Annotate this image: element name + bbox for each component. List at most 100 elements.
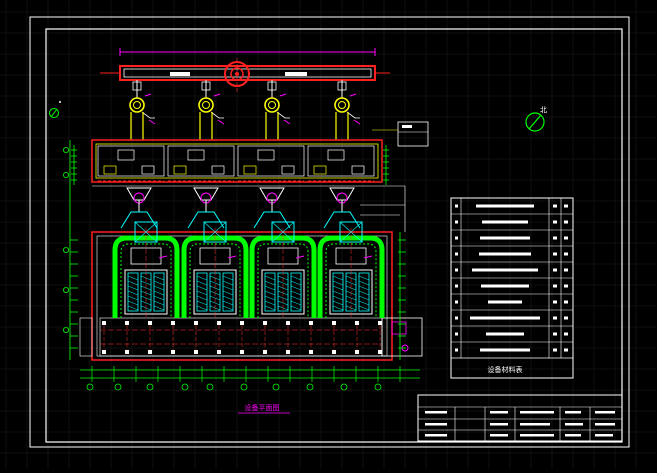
table-qty-mark	[553, 300, 557, 304]
rack-hatch	[290, 305, 302, 311]
kiln-unit	[112, 221, 180, 318]
rack-hatch	[153, 300, 165, 306]
rack-hatch	[358, 300, 370, 306]
table-unit-mark	[564, 332, 568, 336]
rack-stack	[264, 272, 276, 312]
column	[125, 350, 129, 354]
chute	[103, 165, 117, 175]
rack-hatch	[264, 305, 276, 311]
column	[194, 321, 198, 325]
cad-drawing: 北 设备平面图 设备材料表	[0, 0, 657, 469]
column	[286, 350, 290, 354]
rack-hatch	[127, 305, 139, 311]
rack-stack	[127, 272, 139, 312]
cad-drawing-canvas[interactable]: 北 设备平面图 设备材料表	[0, 0, 657, 469]
leader-line	[217, 119, 225, 125]
title-text-mark	[565, 411, 581, 414]
table-text-mark	[479, 252, 531, 256]
title-text-mark	[520, 423, 550, 426]
column	[378, 350, 382, 354]
rack-hatch	[222, 275, 234, 281]
column	[263, 321, 267, 325]
rack-hatch	[196, 290, 208, 296]
column	[332, 321, 336, 325]
table-qty-mark	[553, 348, 557, 352]
table-qty-mark	[553, 284, 557, 288]
table-text-mark	[486, 332, 524, 336]
rack-hatch	[264, 295, 276, 301]
rack-hatch	[127, 285, 139, 291]
hopper	[193, 187, 219, 201]
cyclone-separators	[129, 80, 361, 140]
table-text-mark	[480, 348, 530, 352]
title-text-mark	[490, 423, 508, 426]
rack-hatch	[264, 300, 276, 306]
table-index-mark	[455, 268, 458, 272]
chute	[141, 165, 155, 175]
table-text-mark	[482, 220, 528, 224]
rack-hatch	[358, 295, 370, 301]
column	[194, 350, 198, 354]
rack-hatch	[153, 305, 165, 311]
kiln-unit	[317, 221, 385, 318]
column	[102, 350, 106, 354]
title-text-mark	[425, 411, 447, 414]
rack-hatch	[332, 290, 344, 296]
rack-stack	[153, 272, 165, 312]
chute	[173, 165, 187, 175]
axis-marker	[272, 383, 280, 391]
rack-hatch	[196, 275, 208, 281]
hopper	[126, 187, 152, 201]
chute	[351, 165, 365, 175]
rack-hatch	[222, 290, 234, 296]
table-index-mark	[455, 284, 458, 288]
rack-stack	[358, 272, 370, 312]
conveyor-building	[73, 139, 387, 187]
column	[309, 321, 313, 325]
leader-line	[353, 119, 361, 125]
plan-title-block: 设备平面图	[238, 403, 290, 414]
rack-hatch	[358, 275, 370, 281]
rack-hatch	[222, 300, 234, 306]
rack-hatch	[127, 280, 139, 286]
rack-hatch	[196, 300, 208, 306]
table-unit-mark	[564, 236, 568, 240]
title-text-mark	[490, 434, 508, 437]
compass-icon: 北	[525, 106, 547, 132]
rack-stack	[290, 272, 302, 312]
drive-box	[257, 149, 275, 161]
rack-hatch	[196, 280, 208, 286]
leader-line	[227, 255, 237, 259]
table-text-mark	[470, 316, 540, 320]
table-index-mark	[455, 316, 458, 320]
table-index-mark	[455, 332, 458, 336]
viewport-grid	[0, 0, 657, 469]
rack-hatch	[127, 300, 139, 306]
chute	[281, 165, 295, 175]
table-unit-mark	[564, 268, 568, 272]
rack-hatch	[196, 295, 208, 301]
column	[286, 321, 290, 325]
table-text-mark	[472, 268, 538, 272]
table-unit-mark	[564, 300, 568, 304]
drive-box	[117, 149, 135, 161]
axis-marker	[63, 286, 70, 293]
table-qty-mark	[553, 332, 557, 336]
annotations	[360, 121, 429, 232]
title-block-text-marks	[425, 411, 615, 437]
rack-hatch	[153, 275, 165, 281]
rack-stack	[196, 272, 208, 312]
table-text-mark	[481, 284, 529, 288]
leader-line	[283, 119, 291, 125]
column	[309, 350, 313, 354]
axis-marker	[181, 383, 189, 391]
column	[217, 321, 221, 325]
title-text-mark	[595, 411, 615, 414]
table-unit-mark	[564, 252, 568, 256]
rack-hatch	[332, 275, 344, 281]
rack-hatch	[358, 290, 370, 296]
materials-table: 设备材料表	[450, 197, 574, 379]
column	[217, 350, 221, 354]
rack-hatch	[222, 280, 234, 286]
rack-hatch	[290, 295, 302, 301]
